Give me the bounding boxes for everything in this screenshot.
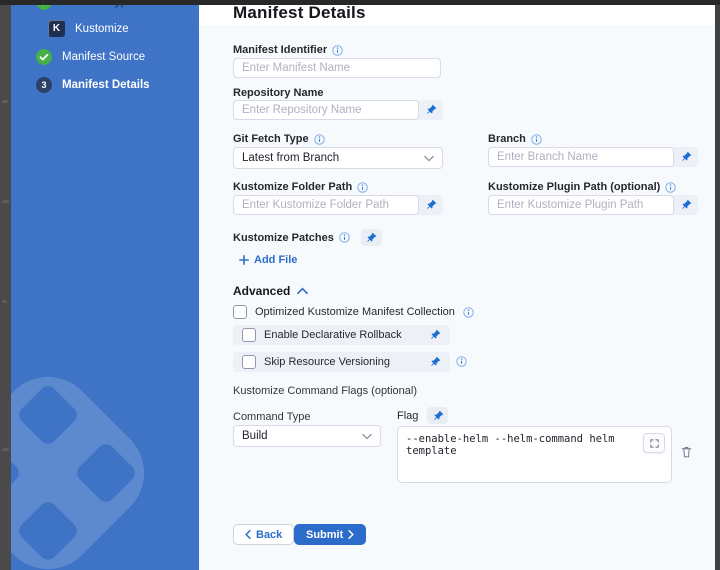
advanced-section-toggle[interactable]: Advanced (233, 284, 308, 298)
runtime-input-pin-icon[interactable] (674, 199, 698, 211)
kustomize-icon: K (48, 20, 65, 37)
delete-flag-icon[interactable] (680, 445, 693, 459)
substep-label: Kustomize (75, 23, 129, 35)
expand-editor-button[interactable] (643, 433, 665, 453)
dimmed-text-fragment (2, 300, 7, 303)
repository-name-label: Repository Name (233, 87, 323, 99)
plus-icon (239, 255, 249, 265)
step-label: Manifest Source (62, 51, 145, 63)
step-label: Manifest Details (62, 79, 150, 91)
back-button[interactable]: Back (233, 524, 294, 545)
chevron-down-icon (362, 433, 372, 440)
optimized-collection-row: Optimized Kustomize Manifest Collection (233, 305, 474, 319)
optimized-collection-checkbox[interactable] (233, 305, 247, 319)
wizard-sidebar: Manifest Type K Kustomize Manifest Sourc… (11, 0, 199, 570)
dimmed-text-fragment (2, 448, 9, 451)
runtime-input-pin-icon[interactable] (429, 356, 441, 368)
skip-versioning-row: Skip Resource Versioning (233, 352, 450, 372)
expand-icon (649, 438, 660, 449)
sidebar-step-manifest-details[interactable]: 3 Manifest Details (36, 77, 150, 93)
kustomize-plugin-path-input[interactable] (488, 195, 674, 215)
flag-label: Flag (397, 407, 448, 424)
info-icon[interactable] (314, 134, 325, 145)
harness-logo-watermark (11, 293, 199, 570)
manifest-identifier-label: Manifest Identifier (233, 44, 343, 56)
chevron-left-icon (245, 530, 251, 539)
runtime-input-pin-icon[interactable] (429, 329, 441, 341)
runtime-input-pin-button[interactable] (427, 407, 448, 424)
git-fetch-type-select[interactable]: Latest from Branch (233, 147, 443, 169)
kustomize-folder-path-label: Kustomize Folder Path (233, 181, 368, 193)
manifest-identifier-input[interactable] (233, 58, 441, 78)
command-type-select[interactable]: Build (233, 425, 381, 447)
repository-name-input[interactable] (233, 100, 419, 120)
manifest-details-panel: Manifest Details Manifest Identifier Rep… (199, 5, 715, 570)
info-icon[interactable] (531, 134, 542, 145)
chevron-down-icon (424, 155, 434, 162)
info-icon[interactable] (332, 45, 343, 56)
kustomize-folder-path-input[interactable] (233, 195, 419, 215)
kustomize-patches-label: Kustomize Patches (233, 229, 382, 246)
submit-button[interactable]: Submit (294, 524, 366, 545)
chevron-up-icon (297, 287, 308, 295)
declarative-rollback-checkbox[interactable] (242, 328, 256, 342)
info-icon[interactable] (339, 232, 350, 243)
page-title: Manifest Details (233, 3, 366, 23)
kustomize-plugin-path-label: Kustomize Plugin Path (optional) (488, 181, 676, 193)
dimmed-text-fragment (2, 100, 8, 103)
command-flags-section-label: Kustomize Command Flags (optional) (233, 385, 417, 397)
dimmed-text-fragment (2, 200, 9, 203)
flag-textarea[interactable]: --enable-helm --helm-command helm templa… (398, 427, 671, 482)
dimmed-page-left-edge (0, 0, 11, 570)
sidebar-step-manifest-source[interactable]: Manifest Source (36, 49, 145, 65)
runtime-input-pin-icon[interactable] (419, 104, 443, 116)
runtime-input-pin-icon[interactable] (674, 151, 698, 163)
runtime-input-pin-button[interactable] (361, 229, 382, 246)
sidebar-substep-kustomize[interactable]: K Kustomize (48, 20, 129, 37)
chevron-right-icon (348, 530, 354, 539)
info-icon[interactable] (357, 182, 368, 193)
step-complete-check-icon (36, 49, 52, 65)
declarative-rollback-row: Enable Declarative Rollback (233, 325, 450, 345)
info-icon[interactable] (665, 182, 676, 193)
add-file-button[interactable]: Add File (239, 254, 297, 266)
info-icon[interactable] (463, 307, 474, 318)
skip-versioning-checkbox[interactable] (242, 355, 256, 369)
branch-label: Branch (488, 133, 542, 145)
git-fetch-type-label: Git Fetch Type (233, 133, 325, 145)
dimmed-page-right-edge (715, 0, 720, 570)
dimmed-page-top-edge (0, 0, 720, 5)
command-type-label: Command Type (233, 411, 310, 423)
runtime-input-pin-icon[interactable] (419, 199, 443, 211)
flag-field: --enable-helm --helm-command helm templa… (397, 426, 672, 483)
info-icon[interactable] (456, 356, 467, 367)
step-number-badge: 3 (36, 77, 52, 93)
branch-input[interactable] (488, 147, 674, 167)
